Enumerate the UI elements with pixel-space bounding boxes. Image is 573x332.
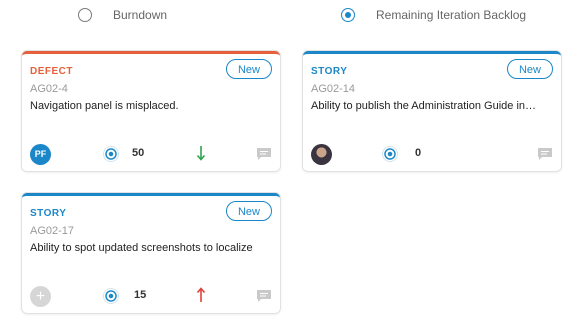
estimate-value: 15 [134, 289, 147, 301]
card-footer: 0 [303, 144, 561, 166]
target-icon [104, 289, 118, 303]
burndown-radio-button[interactable] [78, 8, 92, 22]
trend-down-arrow-icon [196, 146, 206, 161]
add-owner-button[interactable]: + [30, 286, 51, 307]
card-footer: PF 50 [22, 144, 280, 166]
owner-avatar[interactable] [311, 144, 332, 165]
card-type-label: STORY [311, 66, 348, 77]
backlog-card-story[interactable]: STORY New AG02-14 Ability to publish the… [303, 51, 561, 171]
card-id[interactable]: AG02-17 [30, 225, 74, 237]
status-badge[interactable]: New [226, 201, 272, 221]
burndown-radio-option[interactable]: Burndown [78, 8, 167, 22]
remaining-backlog-radio-label: Remaining Iteration Backlog [376, 8, 527, 22]
trend-up-arrow-icon [196, 287, 206, 302]
owner-avatar[interactable]: PF [30, 144, 51, 165]
card-type-label: DEFECT [30, 66, 73, 77]
view-option-group: Burndown Remaining Iteration Backlog [0, 8, 573, 28]
estimate-value: 0 [415, 147, 422, 159]
target-icon [104, 147, 118, 161]
backlog-card-defect[interactable]: DEFECT New AG02-4 Navigation panel is mi… [22, 51, 280, 171]
comment-icon[interactable] [256, 147, 272, 161]
burndown-radio-label: Burndown [113, 8, 168, 22]
target-icon [383, 147, 397, 161]
comment-icon[interactable] [256, 289, 272, 303]
card-title[interactable]: Ability to spot updated screenshots to l… [30, 242, 272, 254]
card-title[interactable]: Navigation panel is misplaced. [30, 100, 272, 112]
card-id[interactable]: AG02-4 [30, 83, 68, 95]
estimate-value: 50 [132, 147, 145, 159]
status-badge[interactable]: New [507, 59, 553, 79]
status-badge[interactable]: New [226, 59, 272, 79]
card-id[interactable]: AG02-14 [311, 83, 355, 95]
card-footer: + 15 [22, 286, 280, 308]
comment-icon[interactable] [537, 147, 553, 161]
card-type-label: STORY [30, 208, 67, 219]
remaining-backlog-radio-option[interactable]: Remaining Iteration Backlog [341, 8, 526, 22]
remaining-backlog-radio-button[interactable] [341, 8, 355, 22]
backlog-card-story[interactable]: STORY New AG02-17 Ability to spot update… [22, 193, 280, 313]
card-title[interactable]: Ability to publish the Administration Gu… [311, 100, 553, 112]
